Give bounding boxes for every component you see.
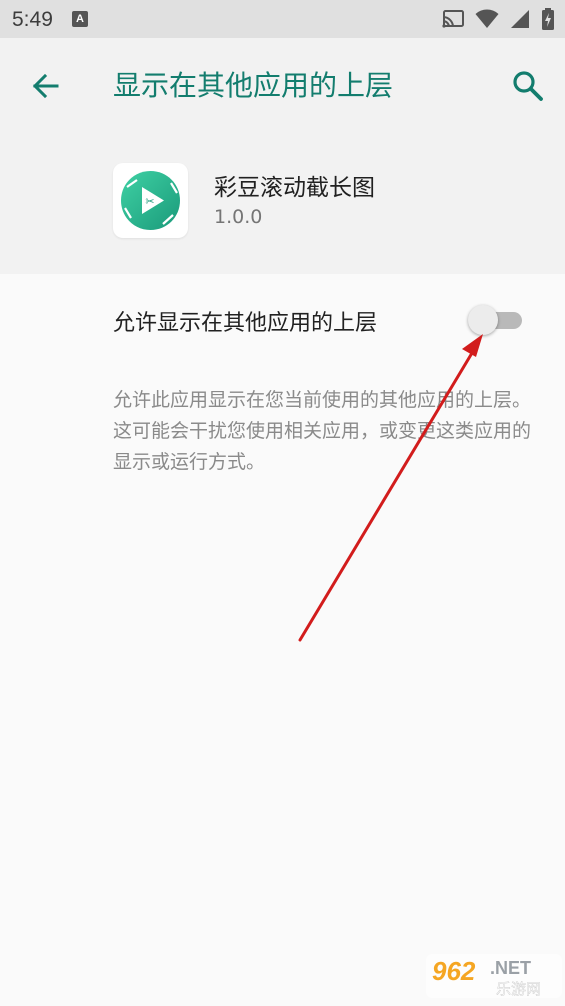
search-button[interactable]: [506, 64, 550, 108]
page-title: 显示在其他应用的上层: [113, 69, 394, 102]
overlay-permission-label: 允许显示在其他应用的上层: [113, 311, 378, 336]
svg-text:✂: ✂: [145, 195, 154, 208]
app-logo-icon: ✂: [121, 171, 180, 230]
app-header: 显示在其他应用的上层 ✂ 彩豆滚动截长图 1.0.0: [0, 38, 565, 274]
arrow-back-icon: [32, 73, 59, 99]
back-button[interactable]: [26, 66, 66, 106]
switch-thumb: [468, 305, 498, 335]
svg-text:乐游网: 乐游网: [496, 980, 541, 998]
svg-text:962: 962: [432, 956, 476, 986]
battery-icon: [542, 8, 554, 30]
watermark-logo-icon: 962 .NET 乐游网: [426, 954, 562, 998]
cast-icon: [442, 10, 464, 28]
svg-text:.NET: .NET: [490, 958, 531, 978]
overlay-permission-switch[interactable]: [468, 304, 524, 336]
a-icon: A: [72, 11, 88, 27]
app-version: 1.0.0: [214, 206, 263, 228]
status-bar: 5:49 A: [0, 0, 565, 38]
search-icon: [513, 71, 543, 101]
status-time: 5:49: [12, 8, 53, 31]
overlay-permission-row[interactable]: 允许显示在其他应用的上层: [0, 290, 565, 350]
status-icons: [441, 7, 555, 31]
app-icon: ✂: [113, 163, 188, 238]
signal-icon: [511, 10, 529, 28]
watermark: 962 .NET 乐游网: [424, 948, 564, 1002]
permission-description: 允许此应用显示在您当前使用的其他应用的上层。这可能会干扰您使用相关应用，或变更这…: [113, 389, 532, 473]
app-name: 彩豆滚动截长图: [214, 175, 375, 201]
wifi-icon: [475, 9, 499, 28]
